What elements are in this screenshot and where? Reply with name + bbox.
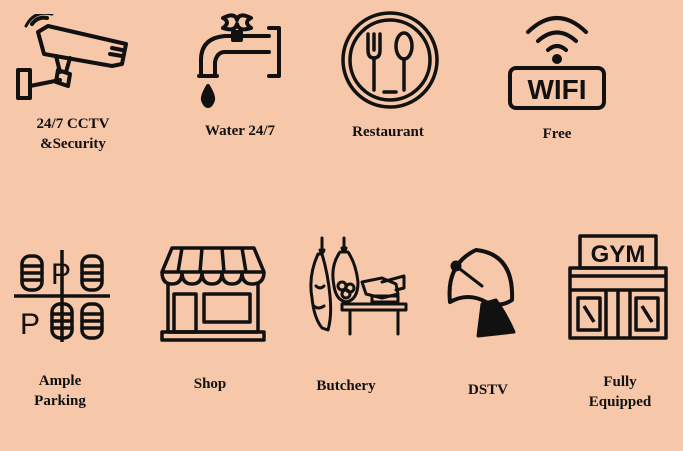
amenity-label: Butchery bbox=[316, 378, 376, 394]
amenity-label: Free bbox=[542, 126, 572, 142]
gym-icon-text: GYM bbox=[591, 241, 646, 268]
wifi-icon: WIFI bbox=[506, 10, 608, 112]
amenity-label: Water 24/7 bbox=[204, 123, 276, 139]
satellite-dish-icon bbox=[442, 244, 522, 340]
water-tap-icon bbox=[195, 10, 285, 110]
wifi-icon-text: WIFI bbox=[527, 74, 586, 105]
parking-icon: P P bbox=[14, 250, 110, 342]
cctv-camera-icon bbox=[14, 14, 130, 104]
butchery-icon bbox=[306, 236, 410, 336]
shop-icon bbox=[160, 246, 266, 342]
parking-icon-text: P bbox=[51, 258, 71, 291]
amenity-label: DSTV bbox=[467, 382, 508, 398]
parking-icon-text: P bbox=[20, 308, 40, 341]
restaurant-icon bbox=[340, 10, 440, 110]
amenity-label: Shop bbox=[193, 376, 227, 392]
amenity-label: 24/7 CCTV &Security bbox=[36, 116, 110, 152]
amenity-label: Ample Parking bbox=[34, 373, 86, 409]
gym-icon: GYM bbox=[564, 234, 672, 340]
amenity-label: Fully Equipped bbox=[588, 374, 652, 410]
amenity-label: Restaurant bbox=[352, 124, 424, 140]
